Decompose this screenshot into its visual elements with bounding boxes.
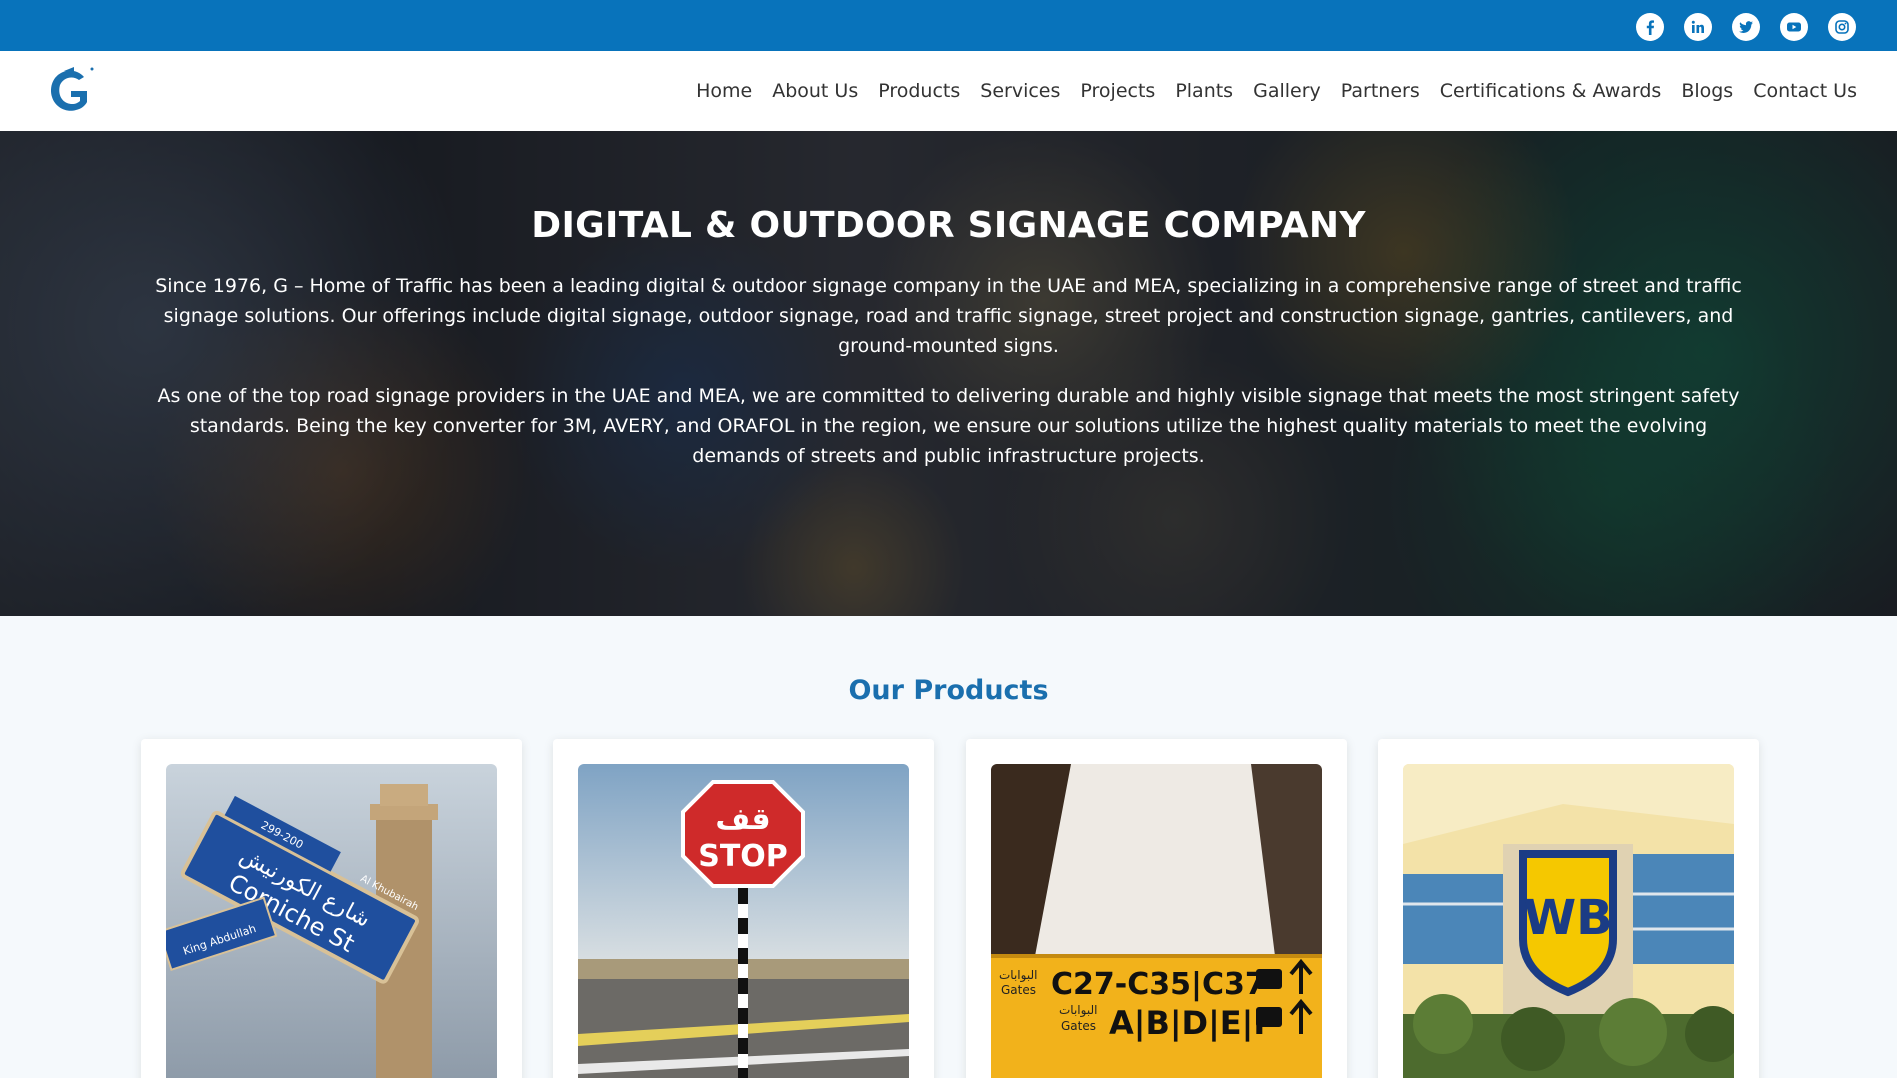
nav-contact-us[interactable]: Contact Us bbox=[1753, 80, 1857, 102]
g-logo-icon bbox=[51, 67, 94, 111]
product-card-stop-sign[interactable]: قف STOP bbox=[553, 739, 934, 1078]
product-image-wb-sign: WB bbox=[1403, 764, 1734, 1078]
product-card-wb-sign[interactable]: WB bbox=[1378, 739, 1759, 1078]
product-card-street-sign[interactable]: شارع الكورنيش Corniche St 299-200 Al Khu… bbox=[141, 739, 522, 1078]
gate-text-1: C27-C35|C37 bbox=[1051, 967, 1266, 1002]
top-social-bar bbox=[0, 0, 1897, 51]
hero-paragraph-2: As one of the top road signage providers… bbox=[157, 385, 1740, 467]
facebook-icon[interactable] bbox=[1636, 13, 1664, 41]
plane-icon bbox=[1256, 969, 1282, 989]
nav-home[interactable]: Home bbox=[696, 80, 752, 102]
primary-nav: Home About Us Products Services Projects… bbox=[676, 51, 1857, 131]
gate-arabic-1: البوابات bbox=[999, 968, 1037, 983]
hero-banner: DIGITAL & OUTDOOR SIGNAGE COMPANY Since … bbox=[0, 131, 1897, 616]
nav-blogs[interactable]: Blogs bbox=[1681, 80, 1733, 102]
brand-logo[interactable] bbox=[40, 63, 96, 119]
product-image-street-sign: شارع الكورنيش Corniche St 299-200 Al Khu… bbox=[166, 764, 497, 1078]
product-image-airport-sign: البوابات Gates C27-C35|C37 البوابات Gate… bbox=[991, 764, 1322, 1078]
twitter-icon[interactable] bbox=[1732, 13, 1760, 41]
nav-partners[interactable]: Partners bbox=[1341, 80, 1420, 102]
youtube-icon[interactable] bbox=[1780, 13, 1808, 41]
gate-arabic-2: البوابات bbox=[1059, 1003, 1097, 1018]
plane-icon bbox=[1256, 1007, 1282, 1027]
hero-title: DIGITAL & OUTDOOR SIGNAGE COMPANY bbox=[531, 205, 1366, 246]
nav-gallery[interactable]: Gallery bbox=[1253, 80, 1321, 102]
gate-label-1: Gates bbox=[1001, 983, 1036, 997]
nav-certifications-awards[interactable]: Certifications & Awards bbox=[1440, 80, 1662, 102]
instagram-icon[interactable] bbox=[1828, 13, 1856, 41]
wb-logo-text: WB bbox=[1523, 890, 1613, 946]
product-card-airport-sign[interactable]: البوابات Gates C27-C35|C37 البوابات Gate… bbox=[966, 739, 1347, 1078]
gate-label-2: Gates bbox=[1061, 1019, 1096, 1033]
hero-paragraph-1: Since 1976, G – Home of Traffic has been… bbox=[155, 275, 1742, 357]
nav-about-us[interactable]: About Us bbox=[772, 80, 858, 102]
gate-text-2: A|B|D|E|F bbox=[1109, 1004, 1275, 1043]
products-section-title: Our Products bbox=[848, 675, 1049, 706]
stop-arabic-text: قف bbox=[715, 802, 770, 837]
hero-content: DIGITAL & OUTDOOR SIGNAGE COMPANY Since … bbox=[0, 131, 1897, 616]
nav-services[interactable]: Services bbox=[980, 80, 1060, 102]
main-navbar: Home About Us Products Services Projects… bbox=[0, 51, 1897, 131]
nav-products[interactable]: Products bbox=[878, 80, 960, 102]
linkedin-icon[interactable] bbox=[1684, 13, 1712, 41]
nav-projects[interactable]: Projects bbox=[1080, 80, 1155, 102]
nav-plants[interactable]: Plants bbox=[1175, 80, 1233, 102]
stop-text: STOP bbox=[698, 839, 788, 874]
product-image-stop-sign: قف STOP bbox=[578, 764, 909, 1078]
